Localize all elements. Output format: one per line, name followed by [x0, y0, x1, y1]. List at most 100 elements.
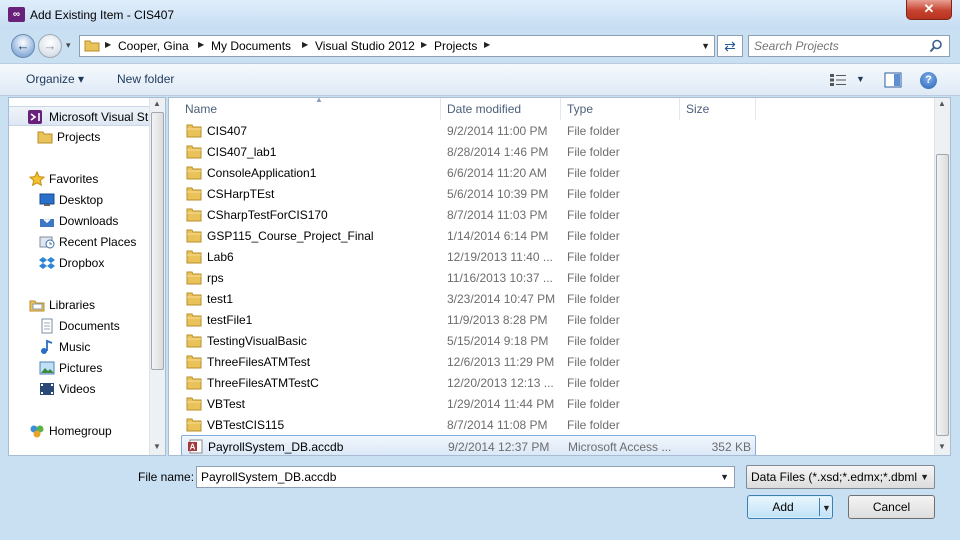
file-row[interactable]: rps 11/16/2013 10:37 ... File folder	[181, 267, 756, 288]
back-button[interactable]: ←	[11, 34, 35, 58]
add-button[interactable]: Add ▼	[747, 495, 833, 519]
file-name: Lab6	[207, 250, 234, 264]
scroll-up-icon[interactable]: ▲	[938, 99, 946, 108]
file-size: 352 KB	[711, 440, 751, 454]
folder-icon	[186, 228, 202, 243]
folder-icon	[84, 40, 100, 52]
nav-item-microsoft-visual-studio[interactable]: Microsoft Visual St	[9, 106, 150, 126]
file-date-modified: 9/2/2014 12:37 PM	[448, 440, 550, 454]
file-row[interactable]: GSP115_Course_Project_Final 1/14/2014 6:1…	[181, 225, 756, 246]
file-name-combobox[interactable]: ▼	[196, 466, 735, 488]
address-dropdown-icon[interactable]: ▼	[701, 41, 710, 51]
file-list-scrollbar[interactable]: ▲ ▼	[934, 98, 950, 455]
scrollbar-thumb[interactable]	[936, 154, 949, 436]
new-folder-button[interactable]: New folder	[117, 72, 174, 86]
chevron-down-icon[interactable]: ▼	[920, 472, 929, 482]
svg-text:A: A	[190, 443, 196, 452]
file-name-input[interactable]	[201, 470, 711, 484]
chevron-down-icon[interactable]: ▼	[720, 472, 729, 482]
file-list[interactable]: Name ▲ Date modified Type Size CIS407 9/2…	[168, 97, 951, 456]
file-row[interactable]: testFile1 11/9/2013 8:28 PM File folder	[181, 309, 756, 330]
preview-pane-icon[interactable]	[884, 72, 902, 88]
file-name: VBTest	[207, 397, 246, 411]
scroll-up-icon[interactable]: ▲	[153, 99, 161, 108]
file-row[interactable]: CIS407_lab1 8/28/2014 1:46 PM File folder	[181, 141, 756, 162]
view-options-dropdown-icon[interactable]: ▼	[856, 74, 865, 84]
breadcrumb-separator-icon[interactable]: ▶	[105, 40, 111, 49]
column-header-type[interactable]: Type	[561, 98, 680, 120]
forward-button[interactable]: →	[38, 34, 62, 58]
file-date-modified: 11/9/2013 8:28 PM	[447, 313, 548, 327]
breadcrumb-separator-icon[interactable]: ▶	[421, 40, 427, 49]
breadcrumb-projects[interactable]: Projects	[434, 39, 477, 53]
file-row[interactable]: ThreeFilesATMTest 12/6/2013 11:29 PM File …	[181, 351, 756, 372]
file-type: File folder	[567, 208, 620, 222]
file-type: File folder	[567, 145, 620, 159]
change-view-icon[interactable]	[829, 73, 847, 87]
visual-studio-icon: ∞	[8, 7, 25, 22]
pictures-icon	[39, 360, 55, 376]
close-button[interactable]: ✕	[906, 0, 952, 20]
file-row[interactable]: TestingVisualBasic 5/15/2014 9:18 PM File …	[181, 330, 756, 351]
scroll-down-icon[interactable]: ▼	[938, 442, 946, 451]
file-row[interactable]: CSharpTestForCIS170 8/7/2014 11:03 PM File…	[181, 204, 756, 225]
folder-icon	[37, 129, 53, 145]
file-row[interactable]: test1 3/23/2014 10:47 PM File folder	[181, 288, 756, 309]
file-name: rps	[207, 271, 224, 285]
file-row[interactable]: CIS407 9/2/2014 11:00 PM File folder	[181, 120, 756, 141]
navigation-pane[interactable]: Microsoft Visual St Projects Favorites D…	[8, 97, 166, 456]
file-name: testFile1	[207, 313, 253, 327]
file-row[interactable]: ConsoleApplication1 6/6/2014 11:20 AM File…	[181, 162, 756, 183]
file-name: TestingVisualBasic	[207, 334, 307, 348]
recent-pages-dropdown-icon[interactable]: ▾	[66, 40, 71, 51]
file-date-modified: 11/16/2013 10:37 ...	[447, 271, 553, 285]
breadcrumb-my-documents[interactable]: My Documents	[211, 39, 291, 53]
file-name: CIS407	[207, 124, 248, 138]
split-divider	[819, 498, 820, 516]
navigation-scrollbar[interactable]: ▲ ▼	[149, 98, 165, 455]
help-icon[interactable]: ?	[920, 72, 937, 89]
column-header-size[interactable]: Size	[680, 98, 756, 120]
breadcrumb-cooper-gina[interactable]: Cooper, Gina	[118, 39, 189, 53]
file-row[interactable]: A PayrollSystem_DB.accdb 9/2/2014 12:37 PM…	[181, 435, 756, 455]
file-type-filter[interactable]: Data Files (*.xsd;*.edmx;*.dbml; ▼	[746, 465, 935, 489]
file-row[interactable]: ThreeFilesATMTestC 12/20/2013 12:13 ... Fi…	[181, 372, 756, 393]
address-bar[interactable]: ▶ Cooper, Gina ▶ My Documents ▶ Visual S…	[79, 35, 715, 57]
breadcrumb-separator-icon[interactable]: ▶	[198, 40, 204, 49]
file-name: PayrollSystem_DB.accdb	[208, 440, 344, 454]
file-row[interactable]: CSHarpTEst 5/6/2014 10:39 PM File folder	[181, 183, 756, 204]
file-row[interactable]: Lab6 12/19/2013 11:40 ... File folder	[181, 246, 756, 267]
folder-icon	[186, 249, 202, 264]
search-box[interactable]	[748, 35, 950, 57]
column-header-date[interactable]: Date modified	[441, 98, 561, 120]
folder-icon	[186, 375, 202, 390]
dropbox-icon	[39, 255, 55, 271]
organize-menu[interactable]: Organize ▾	[26, 72, 84, 86]
file-date-modified: 12/19/2013 11:40 ...	[447, 250, 553, 264]
desktop-icon	[39, 192, 55, 208]
column-header-name[interactable]: Name ▲	[179, 98, 441, 120]
breadcrumb-separator-icon[interactable]: ▶	[484, 40, 490, 49]
breadcrumb-separator-icon[interactable]: ▶	[302, 40, 308, 49]
folder-icon	[186, 270, 202, 285]
file-row[interactable]: VBTest 1/29/2014 11:44 PM File folder	[181, 393, 756, 414]
scrollbar-thumb[interactable]	[151, 112, 164, 370]
file-name-label: File name:	[138, 470, 195, 484]
add-options-dropdown-icon[interactable]: ▼	[822, 497, 831, 519]
refresh-button[interactable]: ⇄	[717, 35, 743, 57]
folder-icon	[186, 165, 202, 180]
search-icon[interactable]	[929, 39, 943, 53]
file-type: File folder	[567, 187, 620, 201]
file-type: File folder	[567, 418, 620, 432]
file-row[interactable]: VBTestCIS115 8/7/2014 11:08 PM File folder	[181, 414, 756, 435]
search-input[interactable]	[754, 39, 924, 53]
file-name: CSHarpTEst	[207, 187, 275, 201]
file-date-modified: 8/28/2014 1:46 PM	[447, 145, 549, 159]
file-date-modified: 5/15/2014 9:18 PM	[447, 334, 549, 348]
cancel-button[interactable]: Cancel	[848, 495, 935, 519]
file-name: GSP115_Course_Project_Final	[207, 229, 374, 243]
breadcrumb-visual-studio-2012[interactable]: Visual Studio 2012	[315, 39, 415, 53]
videos-icon	[39, 381, 55, 397]
scroll-down-icon[interactable]: ▼	[153, 442, 161, 451]
file-date-modified: 12/20/2013 12:13 ...	[447, 376, 554, 390]
